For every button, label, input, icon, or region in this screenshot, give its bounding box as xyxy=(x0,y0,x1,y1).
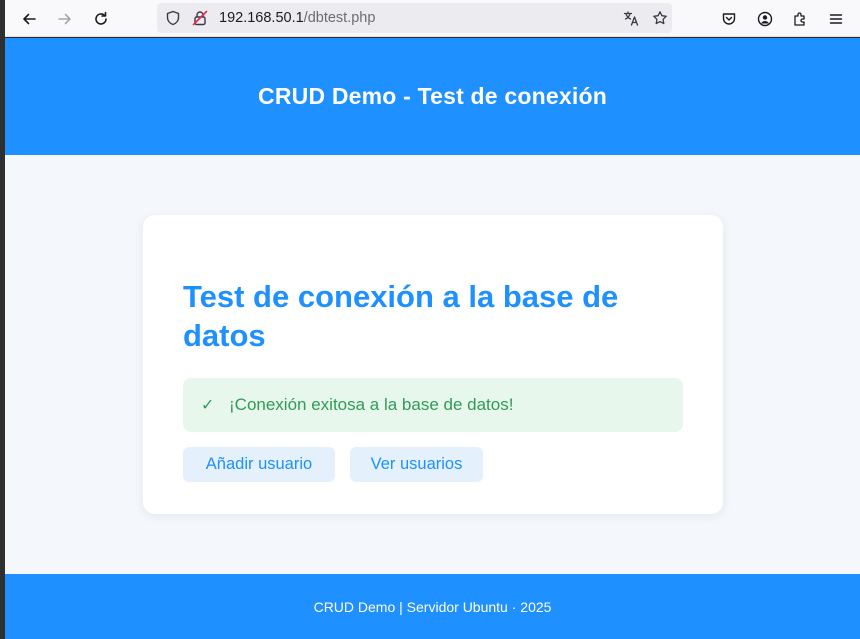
success-alert: ✓ ¡Conexión exitosa a la base de datos! xyxy=(183,378,683,432)
pocket-icon[interactable] xyxy=(716,6,742,32)
account-icon[interactable] xyxy=(752,6,778,32)
shield-icon[interactable] xyxy=(165,10,181,26)
page-content: CRUD Demo - Test de conexión Test de con… xyxy=(5,38,860,639)
bookmark-star-icon[interactable] xyxy=(652,10,668,26)
connection-card: Test de conexión a la base de datos ✓ ¡C… xyxy=(143,215,723,514)
footer: CRUD Demo | Servidor Ubuntu · 2025 xyxy=(5,574,860,639)
card-title: Test de conexión a la base de datos xyxy=(183,279,619,353)
browser-toolbar: 192.168.50.1/dbtest.php xyxy=(5,0,860,37)
reload-icon[interactable] xyxy=(88,6,114,32)
extensions-icon[interactable] xyxy=(787,6,813,32)
url-path: /dbtest.php xyxy=(303,10,376,26)
translate-icon[interactable] xyxy=(623,10,639,26)
url-text[interactable]: 192.168.50.1/dbtest.php xyxy=(219,10,375,26)
alert-message: ¡Conexión exitosa a la base de datos! xyxy=(229,395,514,414)
header-title: CRUD Demo - Test de conexión xyxy=(258,83,607,109)
forward-arrow-icon[interactable] xyxy=(52,6,78,32)
view-users-button[interactable]: Ver usuarios xyxy=(350,447,483,482)
back-arrow-icon[interactable] xyxy=(16,6,42,32)
menu-icon[interactable] xyxy=(823,6,849,32)
url-bar[interactable]: 192.168.50.1/dbtest.php xyxy=(157,3,672,33)
insecure-lock-icon[interactable] xyxy=(192,10,208,26)
footer-text: CRUD Demo | Servidor Ubuntu · 2025 xyxy=(313,598,552,615)
add-user-button[interactable]: Añadir usuario xyxy=(183,447,335,482)
header-banner: CRUD Demo - Test de conexión xyxy=(5,38,860,155)
url-host: 192.168.50.1 xyxy=(219,10,304,26)
check-icon: ✓ xyxy=(201,397,215,414)
